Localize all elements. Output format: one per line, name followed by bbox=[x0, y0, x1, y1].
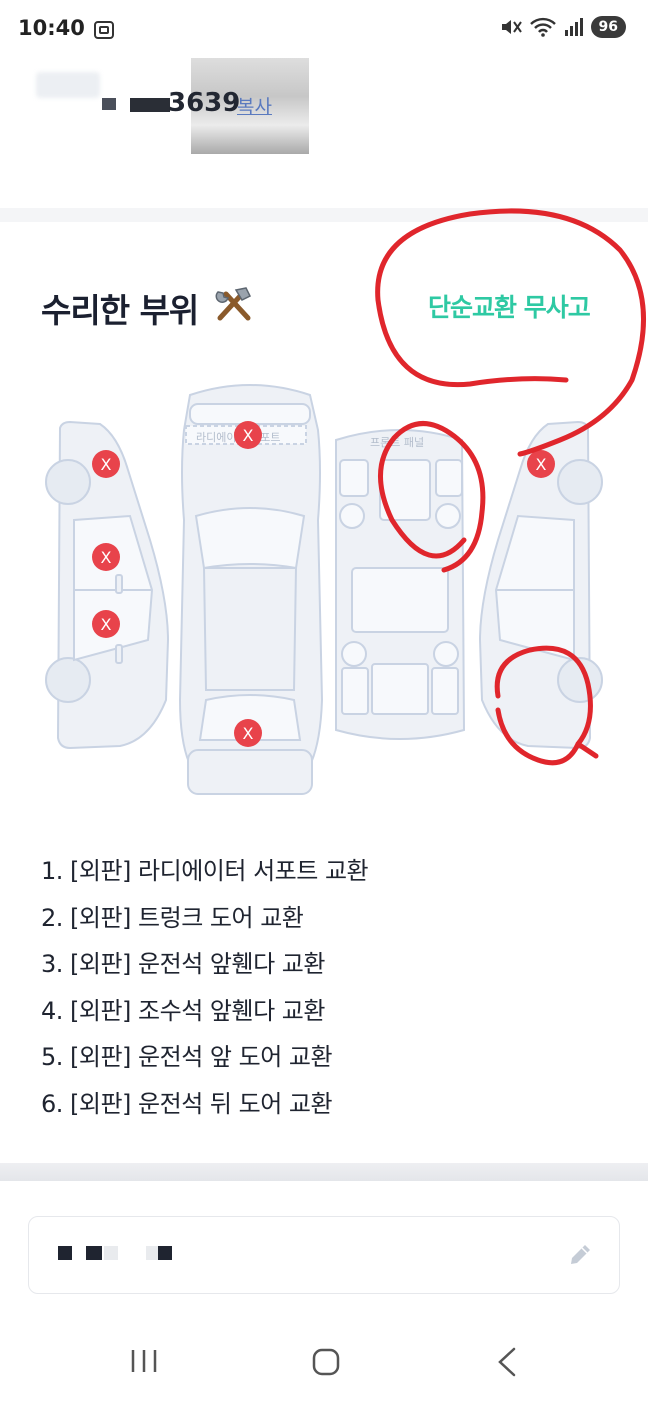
status-time: 10:40 bbox=[18, 16, 85, 40]
car-damage-diagram: 라디에이터 서포트 프론트 패널 X X X X X X bbox=[45, 384, 603, 795]
svg-text:X: X bbox=[243, 426, 254, 445]
svg-text:X: X bbox=[101, 455, 112, 474]
blurred-memo-text bbox=[86, 1246, 102, 1260]
damage-marker-driver-front-fender[interactable]: X bbox=[92, 450, 120, 478]
home-icon[interactable] bbox=[310, 1346, 342, 1378]
svg-text:X: X bbox=[101, 615, 112, 634]
blurred-memo-text bbox=[158, 1246, 172, 1260]
blurred-memo-text bbox=[58, 1246, 72, 1260]
mute-icon bbox=[501, 20, 522, 34]
blurred-memo-text bbox=[146, 1246, 158, 1260]
list-item: 3. [외판] 운전석 앞휀다 교환 bbox=[41, 950, 325, 978]
damage-marker-radiator-support[interactable]: X bbox=[234, 421, 262, 449]
list-item: 6. [외판] 운전석 뒤 도어 교환 bbox=[41, 1089, 333, 1118]
battery-level: 96 bbox=[590, 16, 626, 38]
blurred-car-name bbox=[36, 72, 100, 98]
repair-list: 1. [외판] 라디에이터 서포트 교환 2. [외판] 트렁크 도어 교환 3… bbox=[41, 848, 369, 1127]
section-title: 수리한 부위 bbox=[41, 291, 199, 330]
back-icon[interactable] bbox=[494, 1346, 520, 1378]
list-item: 2. [외판] 트렁크 도어 교환 bbox=[41, 903, 304, 932]
section-divider bbox=[0, 1163, 648, 1181]
pencil-icon[interactable] bbox=[567, 1242, 593, 1268]
tools-icon bbox=[215, 287, 252, 321]
damage-marker-passenger-front-fender[interactable]: X bbox=[527, 450, 555, 478]
blurred-plate-part bbox=[130, 98, 170, 112]
car-front-panel-view bbox=[335, 429, 466, 740]
svg-text:X: X bbox=[101, 548, 112, 567]
list-item: 4. [외판] 조수석 앞휀다 교환 bbox=[41, 996, 325, 1025]
svg-text:X: X bbox=[536, 455, 547, 474]
damage-marker-driver-front-door[interactable]: X bbox=[92, 543, 120, 571]
signal-icon bbox=[564, 18, 583, 36]
damage-marker-trunk-door[interactable]: X bbox=[234, 719, 262, 747]
damage-marker-driver-rear-door[interactable]: X bbox=[92, 610, 120, 638]
copy-plate-button[interactable]: 복사 bbox=[237, 92, 272, 119]
list-item: 5. [외판] 운전석 앞 도어 교환 bbox=[41, 1043, 333, 1071]
status-icons: 96 bbox=[499, 16, 626, 38]
list-item: 1. [외판] 라디에이터 서포트 교환 bbox=[41, 857, 369, 885]
plate-number: 3639 bbox=[168, 88, 241, 118]
section-divider bbox=[0, 208, 648, 222]
wifi-icon bbox=[529, 17, 556, 37]
screenshot-icon bbox=[94, 21, 114, 39]
svg-text:X: X bbox=[243, 724, 254, 743]
blurred-memo-text bbox=[104, 1246, 118, 1260]
recents-icon[interactable] bbox=[128, 1346, 160, 1376]
blurred-plate-part bbox=[102, 98, 116, 110]
handwritten-note-text: 단순교환 무사고 bbox=[428, 293, 591, 322]
front-panel-label: 프론트 패널 bbox=[370, 436, 424, 449]
status-bar: 10:40 96 bbox=[0, 0, 648, 64]
